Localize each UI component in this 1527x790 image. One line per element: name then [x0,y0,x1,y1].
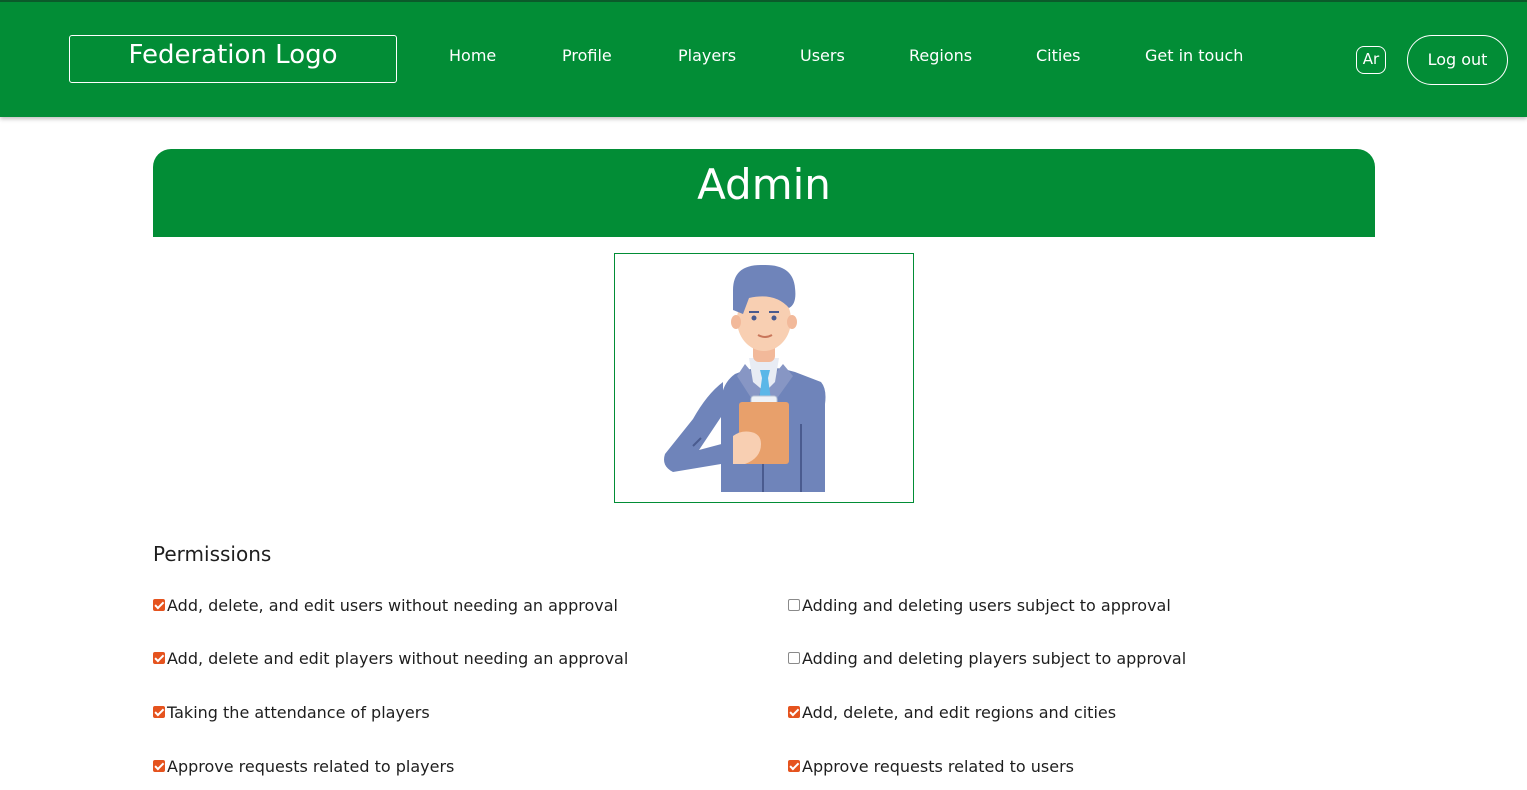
top-navbar: Federation Logo Home Profile Players Use… [0,0,1527,117]
permission-label: Approve requests related to users [802,756,1074,776]
logout-button[interactable]: Log out [1407,35,1508,85]
permission-item: Add, delete, and edit regions and cities [788,702,1116,722]
checkbox-unchecked-icon[interactable] [788,599,800,611]
nav-link-home[interactable]: Home [449,46,496,65]
permission-item: Taking the attendance of players [153,702,430,722]
language-toggle-button[interactable]: Ar [1356,46,1386,74]
checkbox-checked-icon[interactable] [788,706,800,718]
permission-item: Add, delete and edit players without nee… [153,648,628,668]
nav-link-players[interactable]: Players [678,46,736,65]
nav-link-cities[interactable]: Cities [1036,46,1081,65]
permission-item: Adding and deleting users subject to app… [788,595,1171,615]
permission-item: Add, delete, and edit users without need… [153,595,618,615]
nav-links: Home Profile Players Users Regions Citie… [0,2,1527,117]
admin-avatar [614,253,914,503]
nav-link-get-in-touch[interactable]: Get in touch [1145,46,1243,65]
permission-item: Approve requests related to users [788,756,1074,776]
permission-label: Adding and deleting players subject to a… [802,648,1187,668]
checkbox-checked-icon[interactable] [153,706,165,718]
permission-label: Adding and deleting users subject to app… [802,595,1171,615]
checkbox-checked-icon[interactable] [788,760,800,772]
permission-label: Add, delete and edit players without nee… [167,648,629,668]
admin-avatar-illustration-icon [664,264,826,492]
nav-link-users[interactable]: Users [800,46,845,65]
nav-link-regions[interactable]: Regions [909,46,972,65]
permission-item: Adding and deleting players subject to a… [788,648,1186,668]
permission-label: Add, delete, and edit regions and cities [802,702,1117,722]
checkbox-checked-icon[interactable] [153,599,165,611]
permission-label: Add, delete, and edit users without need… [167,595,618,615]
checkbox-checked-icon[interactable] [153,760,165,772]
page-title: Admin [153,149,1375,237]
checkbox-unchecked-icon[interactable] [788,652,800,664]
permission-label: Taking the attendance of players [167,702,430,722]
nav-link-profile[interactable]: Profile [562,46,612,65]
permission-label: Approve requests related to players [167,756,455,776]
checkbox-checked-icon[interactable] [153,652,165,664]
permissions-title: Permissions [153,542,272,566]
permission-item: Approve requests related to players [153,756,454,776]
